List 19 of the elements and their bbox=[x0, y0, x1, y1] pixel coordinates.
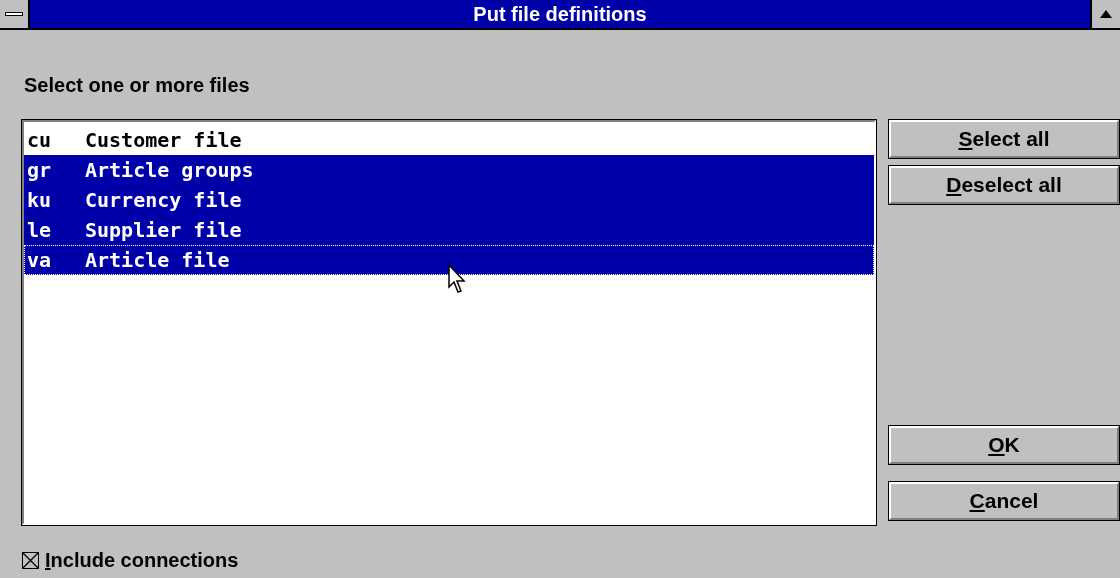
prompt-label: Select one or more files bbox=[24, 74, 250, 96]
checkbox[interactable] bbox=[22, 551, 39, 569]
file-list-item[interactable]: le Supplier file bbox=[24, 215, 874, 245]
dialog-button[interactable]: Deselect all bbox=[889, 166, 1119, 204]
file-list[interactable]: cu Customer file gr Article groups ku Currency file le Supplier file va Article file bbox=[22, 120, 876, 525]
bar-icon bbox=[5, 12, 23, 16]
up-arrow-icon bbox=[1100, 10, 1112, 18]
system-menu-button[interactable] bbox=[0, 0, 30, 28]
maximize-button[interactable] bbox=[1090, 0, 1120, 28]
file-list-item[interactable]: ku Currency file bbox=[24, 185, 874, 215]
cross-icon bbox=[23, 552, 38, 568]
file-list-item[interactable]: gr Article groups bbox=[24, 155, 874, 185]
dialog-button[interactable]: Cancel bbox=[889, 482, 1119, 520]
dialog-button[interactable]: OK bbox=[889, 426, 1119, 464]
mouse-pointer-icon bbox=[448, 264, 468, 294]
window-title: Put file definitions bbox=[472, 2, 648, 27]
file-list-item[interactable]: va Article file bbox=[24, 245, 874, 275]
dialog-button[interactable]: Select all bbox=[889, 120, 1119, 158]
checkbox-label: Include connections bbox=[45, 548, 239, 573]
